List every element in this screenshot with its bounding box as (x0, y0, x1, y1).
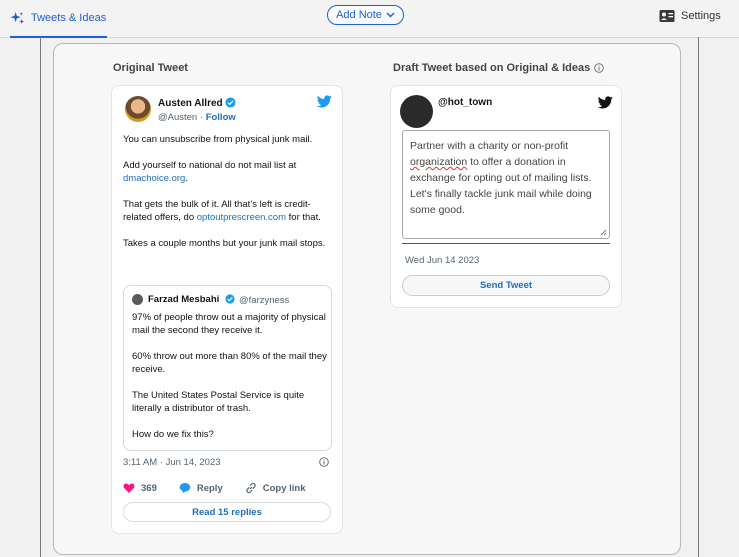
reply-button[interactable]: Reply (179, 482, 223, 494)
quoted-avatar (132, 294, 143, 305)
draft-handle: @hot_town (438, 97, 493, 108)
tab-tweets-ideas[interactable]: Tweets & Ideas (10, 0, 107, 38)
tweet-paragraph: Takes a couple months but your junk mail… (123, 238, 326, 249)
verified-badge-icon (225, 97, 236, 108)
tweet-text: You can unsubscribe from physical junk m… (123, 133, 335, 263)
top-bar: Tweets & Ideas Add Note Settings (0, 0, 739, 38)
draft-tweet-textarea[interactable]: Partner with a charity or non-profit org… (402, 130, 610, 239)
tweet-text-segment: . (185, 173, 188, 184)
draft-date: Wed Jun 14 2023 (405, 255, 480, 266)
tweet-paragraph: Add yourself to national do not mail lis… (123, 159, 335, 185)
twitter-bird-icon (598, 96, 613, 109)
avatar (400, 95, 433, 128)
avatar[interactable] (125, 96, 151, 122)
sparkles-icon (10, 11, 25, 24)
add-note-button[interactable]: Add Note (327, 5, 404, 25)
draft-text-segment: Partner with a charity or non-profit (410, 140, 569, 152)
speech-bubble-icon (179, 483, 191, 494)
id-card-icon (659, 10, 675, 22)
verified-badge-icon (225, 294, 235, 304)
info-icon[interactable] (594, 63, 604, 73)
tweet-actions: 369 Reply Copy link (123, 482, 328, 494)
quoted-paragraph: The United States Postal Service is quit… (132, 390, 305, 414)
twitter-bird-icon[interactable] (317, 95, 332, 108)
tab-label: Tweets & Ideas (31, 12, 107, 24)
resize-handle-icon[interactable] (600, 229, 607, 236)
draft-tweet-heading: Draft Tweet based on Original & Ideas (393, 62, 604, 74)
tweet-text-segment: Add yourself to national do not mail lis… (123, 160, 297, 171)
tweet-paragraph: That gets the bulk of it. All that’s lef… (123, 198, 335, 224)
original-tweet-heading: Original Tweet (113, 62, 188, 74)
quoted-tweet[interactable]: Farzad Mesbahi @farzyness 97% of people … (123, 285, 332, 451)
quoted-paragraph: How do we fix this? (132, 429, 214, 440)
settings-label: Settings (681, 10, 721, 22)
like-count: 369 (141, 482, 157, 494)
optoutprescreen-link[interactable]: optoutprescreen.com (197, 212, 286, 223)
tweet-timestamp[interactable]: 3:11 AM · Jun 14, 2023 (123, 457, 221, 468)
divider (402, 243, 610, 244)
reply-label: Reply (196, 482, 223, 494)
handle-separator: · (199, 112, 204, 123)
draft-heading-label: Draft Tweet based on Original & Ideas (393, 62, 591, 74)
tweet-paragraph: You can unsubscribe from physical junk m… (123, 134, 313, 145)
quoted-author-handle: @farzyness (239, 295, 290, 306)
add-note-label: Add Note (336, 9, 382, 21)
read-replies-button[interactable]: Read 15 replies (123, 502, 331, 522)
original-tweet-card: Austen Allred @Austen · Follow You can u… (111, 85, 343, 534)
chevron-down-icon (386, 12, 395, 18)
copy-link-button[interactable]: Copy link (245, 482, 306, 494)
copy-link-label: Copy link (262, 482, 306, 494)
heart-icon (123, 483, 135, 493)
author-handle-line: @Austen · Follow (158, 112, 236, 123)
info-icon[interactable] (319, 457, 329, 467)
link-icon (246, 482, 256, 494)
follow-link[interactable]: Follow (206, 112, 236, 123)
author-handle[interactable]: @Austen (158, 112, 197, 123)
quoted-tweet-text: 97% of people throw out a majority of ph… (132, 311, 327, 454)
like-button[interactable]: 369 (123, 482, 157, 494)
send-tweet-button[interactable]: Send Tweet (402, 275, 610, 296)
quoted-author-name: Farzad Mesbahi (148, 294, 220, 305)
dmachoice-link[interactable]: dmachoice.org (123, 173, 185, 184)
draft-misspelled-word: organization (410, 156, 468, 168)
quoted-paragraph: 97% of people throw out a majority of ph… (132, 312, 326, 336)
draft-tweet-card: @hot_town Partner with a charity or non-… (390, 85, 622, 308)
settings-button[interactable]: Settings (659, 8, 721, 24)
author-name[interactable]: Austen Allred (158, 98, 223, 109)
tweet-text-segment: for that. (288, 212, 321, 223)
quoted-paragraph: 60% throw out more than 80% of the mail … (132, 351, 327, 375)
